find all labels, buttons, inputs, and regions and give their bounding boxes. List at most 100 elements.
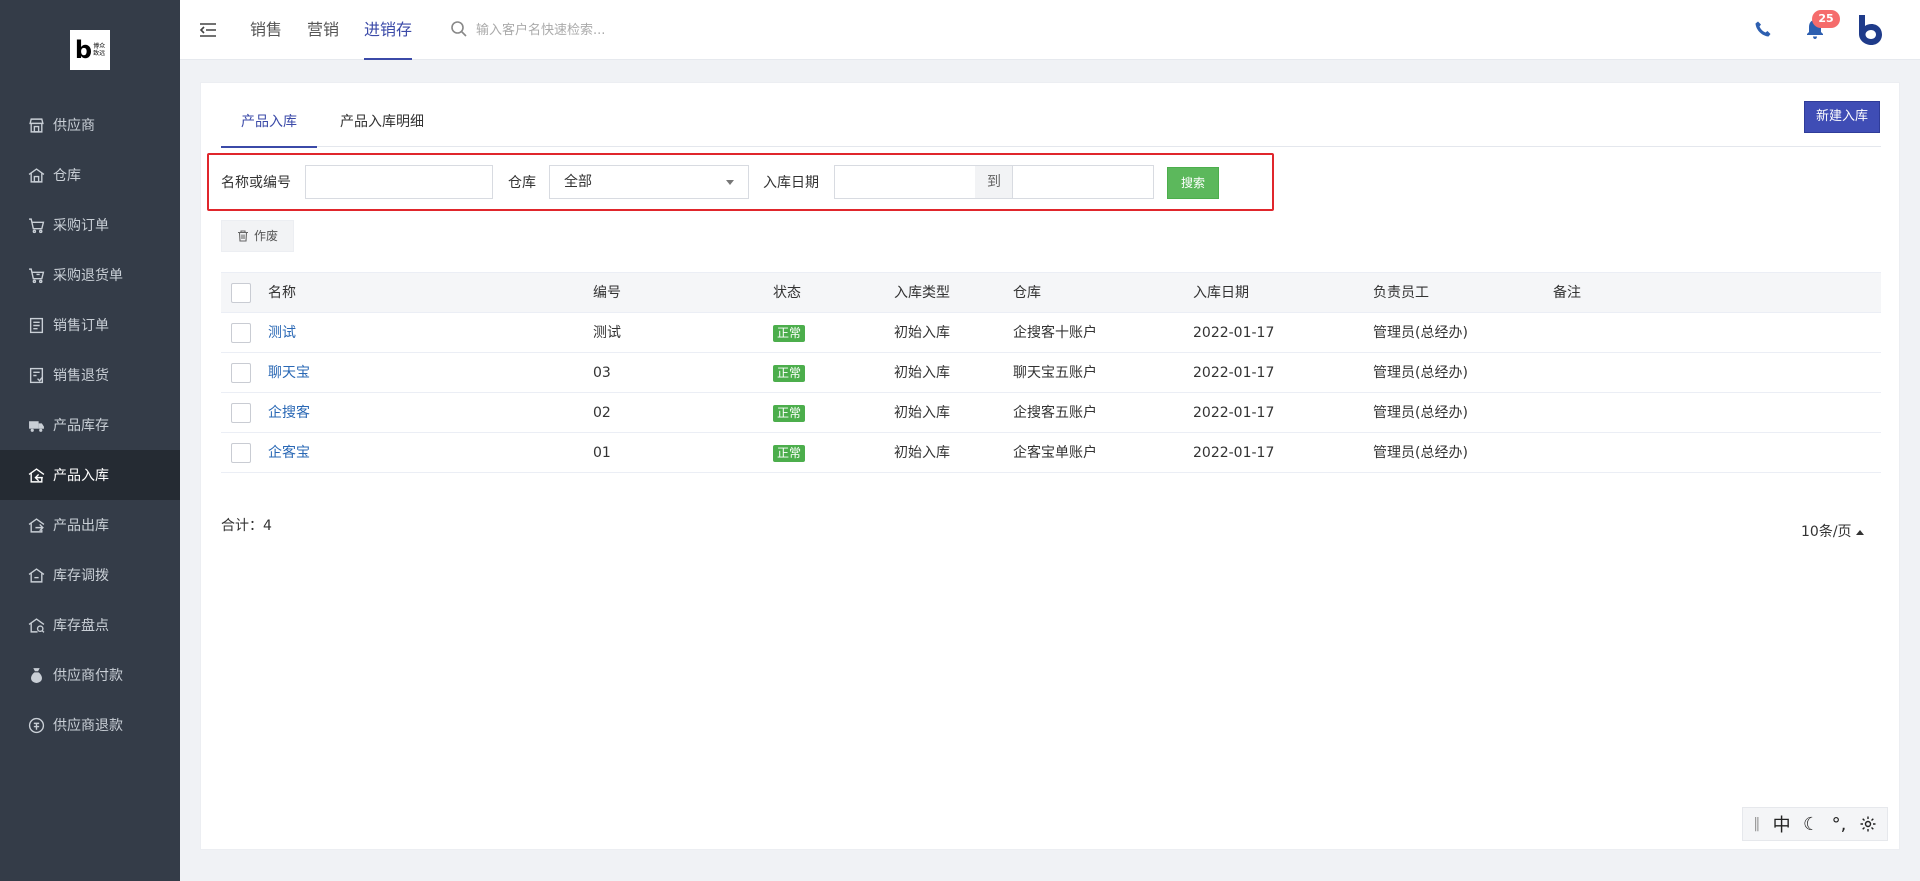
row-date: 2022-01-17	[1193, 405, 1275, 421]
tab-product-inbound[interactable]: 产品入库	[221, 103, 317, 148]
sidebar-item-warehouse[interactable]: 仓库	[0, 150, 180, 200]
ime-punctuation-toggle[interactable]: °,	[1832, 814, 1847, 835]
inbound-table: 名称 编号 状态 入库类型 仓库 入库日期 负责员工 备注 测试 测试 正常 初…	[221, 272, 1881, 473]
app-logo[interactable]: b 博众 致远	[70, 30, 110, 70]
cart-icon	[29, 217, 45, 233]
tab-inventory[interactable]: 进销存	[364, 0, 413, 60]
date-range-separator: 到	[975, 165, 1013, 199]
table-row: 聊天宝 03 正常 初始入库 聊天宝五账户 2022-01-17 管理员(总经办…	[221, 353, 1881, 393]
row-staff: 管理员(总经办)	[1373, 445, 1468, 461]
sidebar-item-sales-order[interactable]: 销售订单	[0, 300, 180, 350]
row-date: 2022-01-17	[1193, 445, 1275, 461]
warehouse-select[interactable]: 全部	[549, 165, 749, 199]
date-filter-label: 入库日期	[763, 175, 819, 191]
sidebar-item-stock-check[interactable]: 库存盘点	[0, 600, 180, 650]
sidebar-item-stock-transfer[interactable]: 库存调拨	[0, 550, 180, 600]
search-button[interactable]: 搜索	[1167, 167, 1219, 199]
row-name-link[interactable]: 企搜客	[268, 393, 310, 433]
inbound-icon	[28, 467, 45, 483]
sidebar-item-supplier-payment[interactable]: 供应商付款	[0, 650, 180, 700]
moon-icon[interactable]: ☾	[1803, 814, 1819, 835]
sidebar-item-sales-return[interactable]: 销售退货	[0, 350, 180, 400]
row-type: 初始入库	[894, 325, 950, 341]
row-name-link[interactable]: 聊天宝	[268, 353, 310, 393]
page-size-select[interactable]: 10条/页	[1801, 521, 1864, 541]
row-code: 测试	[593, 325, 621, 341]
gear-icon[interactable]	[1859, 815, 1877, 833]
ime-toolbar: ‖ 中 ☾ °,	[1742, 807, 1888, 841]
status-badge: 正常	[773, 324, 806, 342]
row-type: 初始入库	[894, 405, 950, 421]
trash-icon	[237, 230, 248, 242]
table-row: 企客宝 01 正常 初始入库 企客宝单账户 2022-01-17 管理员(总经办…	[221, 433, 1881, 473]
row-date: 2022-01-17	[1193, 365, 1275, 381]
warehouse-icon	[28, 167, 45, 183]
sidebar-item-supplier[interactable]: 供应商	[0, 100, 180, 150]
tab-sales[interactable]: 销售	[250, 0, 282, 60]
customer-search-input[interactable]	[476, 16, 736, 44]
row-checkbox[interactable]	[231, 323, 251, 343]
transfer-icon	[28, 567, 45, 583]
sidebar-item-product-outbound[interactable]: 产品出库	[0, 500, 180, 550]
row-staff: 管理员(总经办)	[1373, 325, 1468, 341]
return-cart-icon	[29, 267, 45, 283]
status-badge: 正常	[773, 444, 806, 462]
content-card: 产品入库 产品入库明细 新建入库 名称或编号 仓库 全部 入库日期 到 搜索 作…	[200, 82, 1900, 850]
inventory-check-icon	[28, 617, 45, 633]
ime-language-toggle[interactable]: 中	[1773, 811, 1791, 837]
name-or-code-input[interactable]	[305, 165, 493, 199]
row-checkbox[interactable]	[231, 363, 251, 383]
chevron-down-icon	[726, 180, 734, 185]
new-inbound-button[interactable]: 新建入库	[1804, 101, 1880, 133]
notification-badge: 25	[1812, 10, 1840, 28]
sidebar-item-purchase-order[interactable]: 采购订单	[0, 200, 180, 250]
return-doc-icon	[29, 367, 44, 383]
money-bag-icon	[31, 667, 42, 683]
sidebar-nav: 供应商 仓库 采购订单 采购退货单 销售订单 销售退货 产品库存 产品入库 产品…	[0, 100, 180, 750]
outbound-icon	[28, 517, 45, 533]
warehouse-select-value: 全部	[564, 174, 592, 190]
col-inbound-date: 入库日期	[1193, 285, 1249, 301]
row-code: 01	[593, 445, 611, 461]
supplier-icon	[29, 117, 44, 133]
phone-icon[interactable]	[1754, 20, 1772, 38]
void-button[interactable]: 作废	[221, 220, 294, 252]
col-status: 状态	[773, 285, 801, 301]
search-icon	[451, 21, 467, 37]
row-checkbox[interactable]	[231, 403, 251, 423]
date-end-input[interactable]	[1012, 165, 1154, 199]
page-tabs: 产品入库 产品入库明细	[221, 103, 1881, 148]
date-start-input[interactable]	[834, 165, 976, 199]
menu-toggle-icon[interactable]	[198, 20, 218, 40]
chevron-up-icon	[1855, 529, 1864, 535]
select-all-checkbox[interactable]	[231, 283, 251, 303]
row-staff: 管理员(总经办)	[1373, 365, 1468, 381]
row-checkbox[interactable]	[231, 443, 251, 463]
row-name-link[interactable]: 测试	[268, 313, 296, 353]
col-warehouse: 仓库	[1013, 285, 1041, 301]
col-remark: 备注	[1553, 285, 1581, 301]
warehouse-filter-label: 仓库	[508, 175, 536, 191]
row-code: 03	[593, 365, 611, 381]
row-name-link[interactable]: 企客宝	[268, 433, 310, 473]
row-warehouse: 聊天宝五账户	[1013, 365, 1097, 381]
tab-marketing[interactable]: 营销	[307, 0, 339, 60]
table-row: 测试 测试 正常 初始入库 企搜客十账户 2022-01-17 管理员(总经办)	[221, 313, 1881, 353]
drag-handle-icon[interactable]: ‖	[1753, 816, 1760, 832]
row-warehouse: 企客宝单账户	[1013, 445, 1097, 461]
row-type: 初始入库	[894, 445, 950, 461]
sidebar-item-supplier-refund[interactable]: 供应商退款	[0, 700, 180, 750]
sidebar-item-product-stock[interactable]: 产品库存	[0, 400, 180, 450]
row-date: 2022-01-17	[1193, 325, 1275, 341]
table-header-row: 名称 编号 状态 入库类型 仓库 入库日期 负责员工 备注	[221, 272, 1881, 313]
tab-product-inbound-detail[interactable]: 产品入库明细	[320, 103, 444, 147]
row-type: 初始入库	[894, 365, 950, 381]
sidebar-item-product-inbound[interactable]: 产品入库	[0, 450, 180, 500]
brand-logo-icon[interactable]	[1856, 14, 1884, 46]
row-warehouse: 企搜客十账户	[1013, 325, 1097, 341]
top-header: 销售 营销 进销存 25	[180, 0, 1920, 60]
refund-icon	[28, 717, 45, 733]
status-badge: 正常	[773, 364, 806, 382]
col-inbound-type: 入库类型	[894, 285, 950, 301]
sidebar-item-purchase-return[interactable]: 采购退货单	[0, 250, 180, 300]
